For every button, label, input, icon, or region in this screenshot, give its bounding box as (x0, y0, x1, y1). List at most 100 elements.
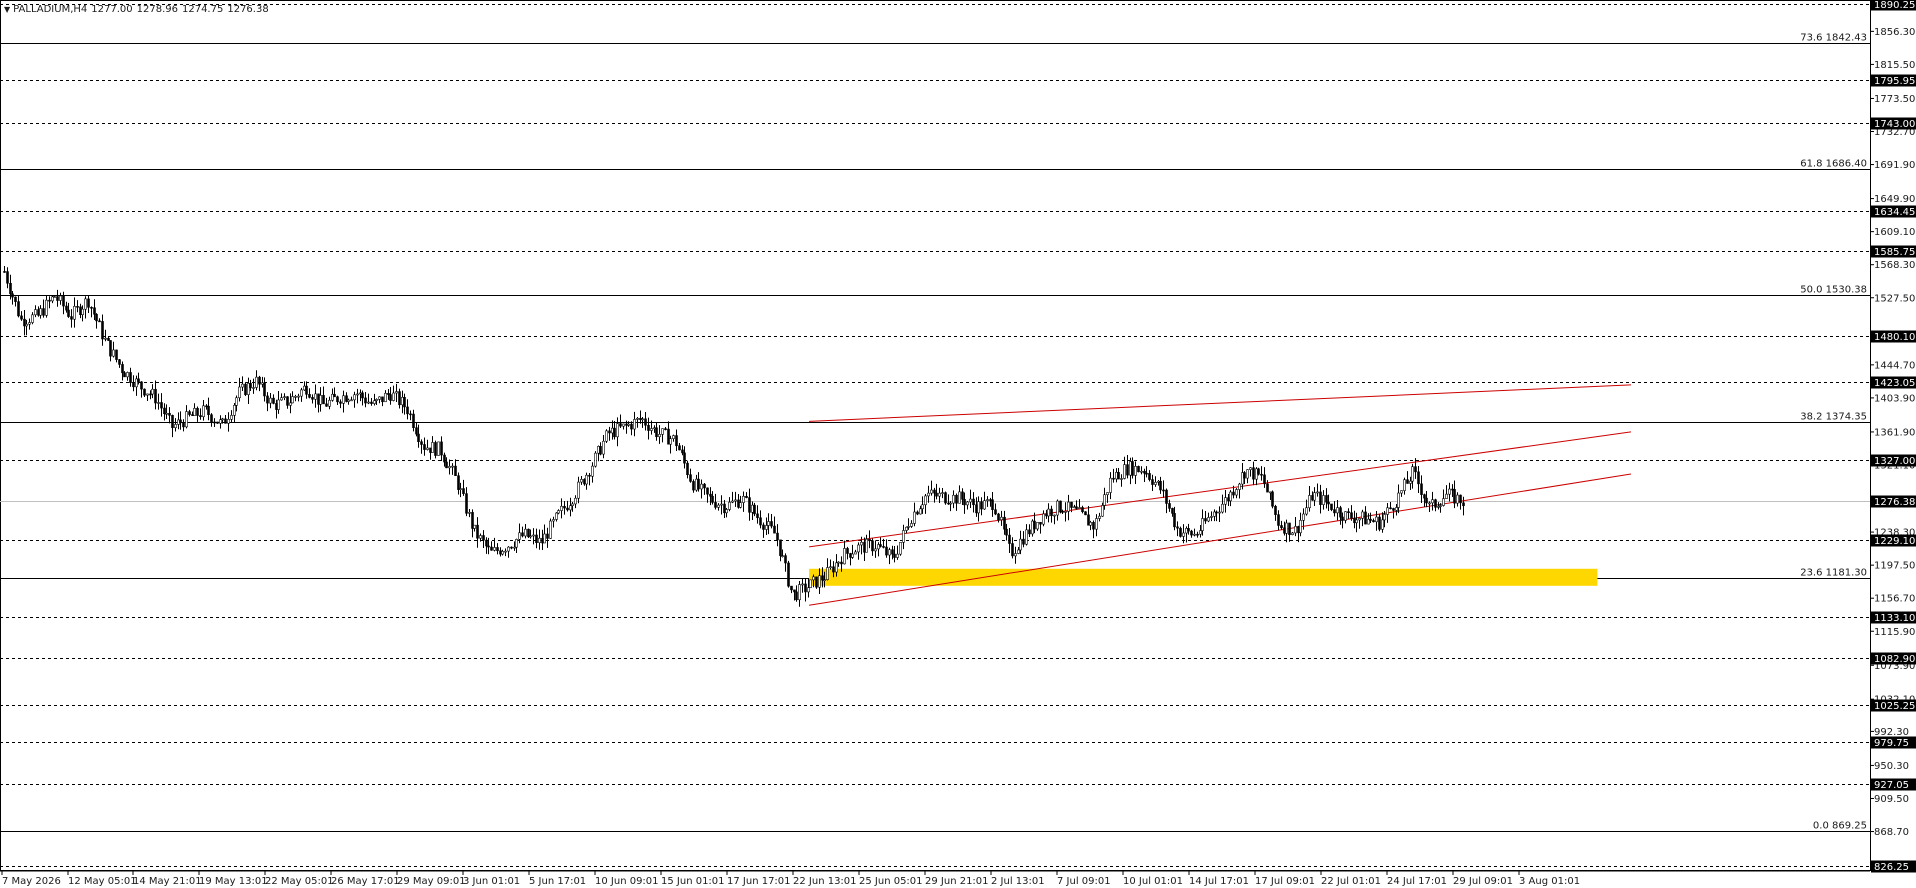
candle-body (1313, 492, 1316, 501)
candle-body (1045, 513, 1048, 517)
candle-body (1302, 513, 1305, 521)
candle-body (1201, 518, 1204, 531)
candle-body (1299, 520, 1302, 534)
candle-body (1033, 520, 1036, 530)
candle-body (1423, 494, 1426, 499)
fibonacci-levels: 73.6 1842.43 61.8 1686.40 50.0 1530.38 38.2… (0, 33, 1870, 832)
price-level-label: 1890.25 (1874, 0, 1915, 11)
time-tick-label: 10 Jul 01:01 (1123, 876, 1183, 887)
candle-body (784, 555, 787, 564)
candle-body (745, 495, 748, 498)
candle-body (42, 308, 45, 316)
candle-body (205, 405, 208, 408)
time-tick-label: 3 Aug 01:01 (1519, 876, 1580, 887)
candle-body (1151, 479, 1154, 485)
price-tick-label: 1568.30 (1874, 260, 1915, 271)
candle-body (104, 337, 107, 340)
candle-body (479, 535, 482, 539)
candle-body (916, 511, 919, 515)
candle-body (748, 497, 751, 513)
candle-body (885, 546, 888, 556)
candle-body (823, 579, 826, 581)
candle-body (958, 491, 961, 504)
candle-body (616, 423, 619, 438)
candle-body (224, 418, 227, 424)
candle-body (793, 589, 796, 593)
candle-body (76, 306, 79, 308)
candle-body (549, 520, 552, 539)
candle-body (529, 535, 532, 538)
price-chart[interactable]: 73.6 1842.43 61.8 1686.40 50.0 1530.38 38.2… (0, 0, 1916, 888)
candle-body (563, 505, 566, 509)
candle-body (1179, 527, 1182, 537)
candle-body (1425, 497, 1428, 504)
time-tick-label: 17 Jun 17:01 (727, 876, 791, 887)
candle-body (731, 500, 734, 503)
candle-body (137, 378, 140, 383)
candle-body (1336, 507, 1339, 514)
candle-body (1375, 516, 1378, 523)
candle-body (1101, 505, 1104, 517)
candle-body (249, 383, 252, 389)
candle-body (1078, 507, 1081, 509)
price-tick-label: 868.70 (1874, 827, 1909, 838)
candle-body (263, 382, 266, 397)
candle-body (627, 423, 630, 426)
fib-level-label: 38.2 1374.35 (1800, 412, 1867, 423)
candle-body (557, 510, 560, 514)
candle-body (473, 524, 476, 529)
candle-body (1087, 514, 1090, 526)
candle-body (1232, 491, 1235, 496)
candle-body (25, 323, 28, 327)
candle-body (398, 391, 401, 406)
candle-body (770, 521, 773, 527)
price-level-label: 1327.00 (1874, 456, 1915, 467)
candle-body (504, 550, 507, 553)
candle-body (174, 424, 177, 429)
candle-body (619, 423, 622, 427)
candle-body (686, 462, 689, 476)
candle-body (1073, 506, 1076, 509)
candle-body (1061, 511, 1064, 513)
price-tick-label: 992.30 (1874, 727, 1909, 738)
candle-body (485, 539, 488, 547)
candle-body (613, 427, 616, 438)
candle-body (865, 538, 868, 553)
candle-body (1403, 479, 1406, 491)
candle-body (1330, 503, 1333, 510)
candle-body (952, 494, 955, 504)
candle-body (921, 504, 924, 510)
candle-body (1103, 494, 1106, 506)
candle-body (933, 489, 936, 494)
candle-body (1227, 497, 1230, 502)
candle-body (65, 305, 68, 311)
time-tick-label: 12 May 05:01 (68, 876, 137, 887)
candle-body (706, 487, 709, 495)
candle-body (389, 394, 392, 401)
candle-body (1453, 489, 1456, 504)
candle-body (20, 315, 23, 320)
candle-body (1308, 495, 1311, 509)
candle-body (1372, 520, 1375, 523)
candle-body (305, 385, 308, 395)
candle-body (1378, 516, 1381, 530)
candle-body (994, 509, 997, 515)
candle-body (669, 438, 672, 445)
candle-body (681, 449, 684, 454)
candle-body (1369, 518, 1372, 521)
candle-body (415, 427, 418, 435)
candle-body (188, 411, 191, 415)
candle-body (146, 393, 149, 396)
candle-body (1159, 480, 1162, 491)
candle-body (1238, 483, 1241, 490)
candle-body (1109, 477, 1112, 493)
candle-body (31, 314, 34, 323)
candle-body (1025, 529, 1028, 545)
candle-body (535, 534, 538, 543)
candle-body (1215, 511, 1218, 514)
price-tick-label: 1856.30 (1874, 27, 1915, 38)
price-tick-label: 1361.90 (1874, 427, 1915, 438)
price-axis: 1856.301815.501773.501732.701691.901649.… (1870, 0, 1916, 873)
candle-body (773, 525, 776, 534)
candle-body (930, 489, 933, 494)
